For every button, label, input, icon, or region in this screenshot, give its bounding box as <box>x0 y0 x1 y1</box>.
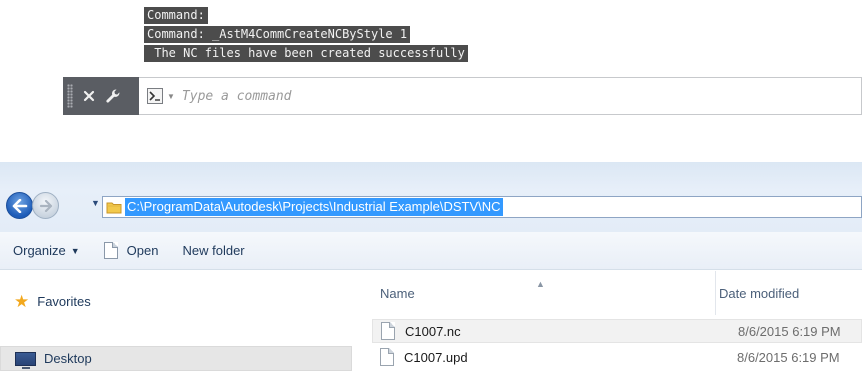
wrench-icon[interactable] <box>103 84 123 108</box>
command-history-line: Command: <box>144 7 208 24</box>
arrow-left-icon <box>12 198 27 213</box>
organize-button[interactable]: Organize ▼ <box>3 238 90 264</box>
prompt-icon[interactable] <box>147 88 163 104</box>
forward-button[interactable] <box>32 192 59 219</box>
nav-item-desktop[interactable]: Desktop <box>0 346 352 371</box>
address-path[interactable]: C:\ProgramData\Autodesk\Projects\Industr… <box>125 198 503 216</box>
open-button[interactable]: Open <box>94 238 169 264</box>
explorer-navigation-bar: ▼ C:\ProgramData\Autodesk\Projects\Indus… <box>0 162 862 232</box>
document-icon <box>103 242 118 259</box>
arrow-right-icon <box>39 199 52 212</box>
command-line-tools <box>63 77 139 115</box>
file-icon <box>381 322 395 340</box>
file-list: ▲ Name Date modified C1007.nc 8/6/2015 6… <box>360 271 862 377</box>
command-history-line: Command: _AstM4CommCreateNCByStyle 1 <box>144 26 411 43</box>
explorer-toolbar: Organize ▼ Open New folder <box>0 232 862 270</box>
column-header-date-modified[interactable]: Date modified <box>715 271 862 315</box>
command-line-bar: ▼ <box>63 77 862 115</box>
new-folder-label: New folder <box>182 243 245 258</box>
navigation-pane: ★ Favorites Desktop <box>0 271 360 377</box>
open-label: Open <box>126 243 159 258</box>
new-folder-button[interactable]: New folder <box>172 238 254 264</box>
organize-label: Organize <box>13 243 66 258</box>
grip-handle-icon[interactable] <box>67 84 73 108</box>
file-name: C1007.upd <box>404 349 468 365</box>
file-date-modified: 8/6/2015 6:19 PM <box>738 323 841 339</box>
command-history-line: The NC files have been created successfu… <box>144 45 468 62</box>
back-button[interactable] <box>6 192 33 219</box>
address-bar[interactable]: C:\ProgramData\Autodesk\Projects\Industr… <box>102 196 862 218</box>
folder-icon <box>103 197 125 217</box>
file-date-modified: 8/6/2015 6:19 PM <box>737 349 840 365</box>
desktop-icon <box>15 351 36 369</box>
recent-pages-dropdown[interactable]: ▼ <box>91 198 100 208</box>
nav-item-favorites[interactable]: ★ Favorites <box>14 293 91 310</box>
column-header-name[interactable]: Name <box>380 271 712 315</box>
file-row[interactable]: C1007.nc 8/6/2015 6:19 PM <box>372 319 862 343</box>
nav-item-label: Favorites <box>37 294 91 309</box>
command-history: Command: Command: _AstM4CommCreateNCBySt… <box>144 6 468 63</box>
close-icon[interactable] <box>79 84 99 108</box>
chevron-down-icon[interactable]: ▼ <box>167 92 175 101</box>
nav-item-label: Desktop <box>44 351 92 366</box>
file-name: C1007.nc <box>405 323 461 339</box>
command-input[interactable] <box>181 88 782 104</box>
file-icon <box>380 348 394 366</box>
command-input-area: ▼ <box>139 77 862 115</box>
chevron-down-icon: ▼ <box>70 245 80 256</box>
file-row[interactable]: C1007.upd 8/6/2015 6:19 PM <box>372 345 862 369</box>
star-icon: ★ <box>14 292 30 311</box>
